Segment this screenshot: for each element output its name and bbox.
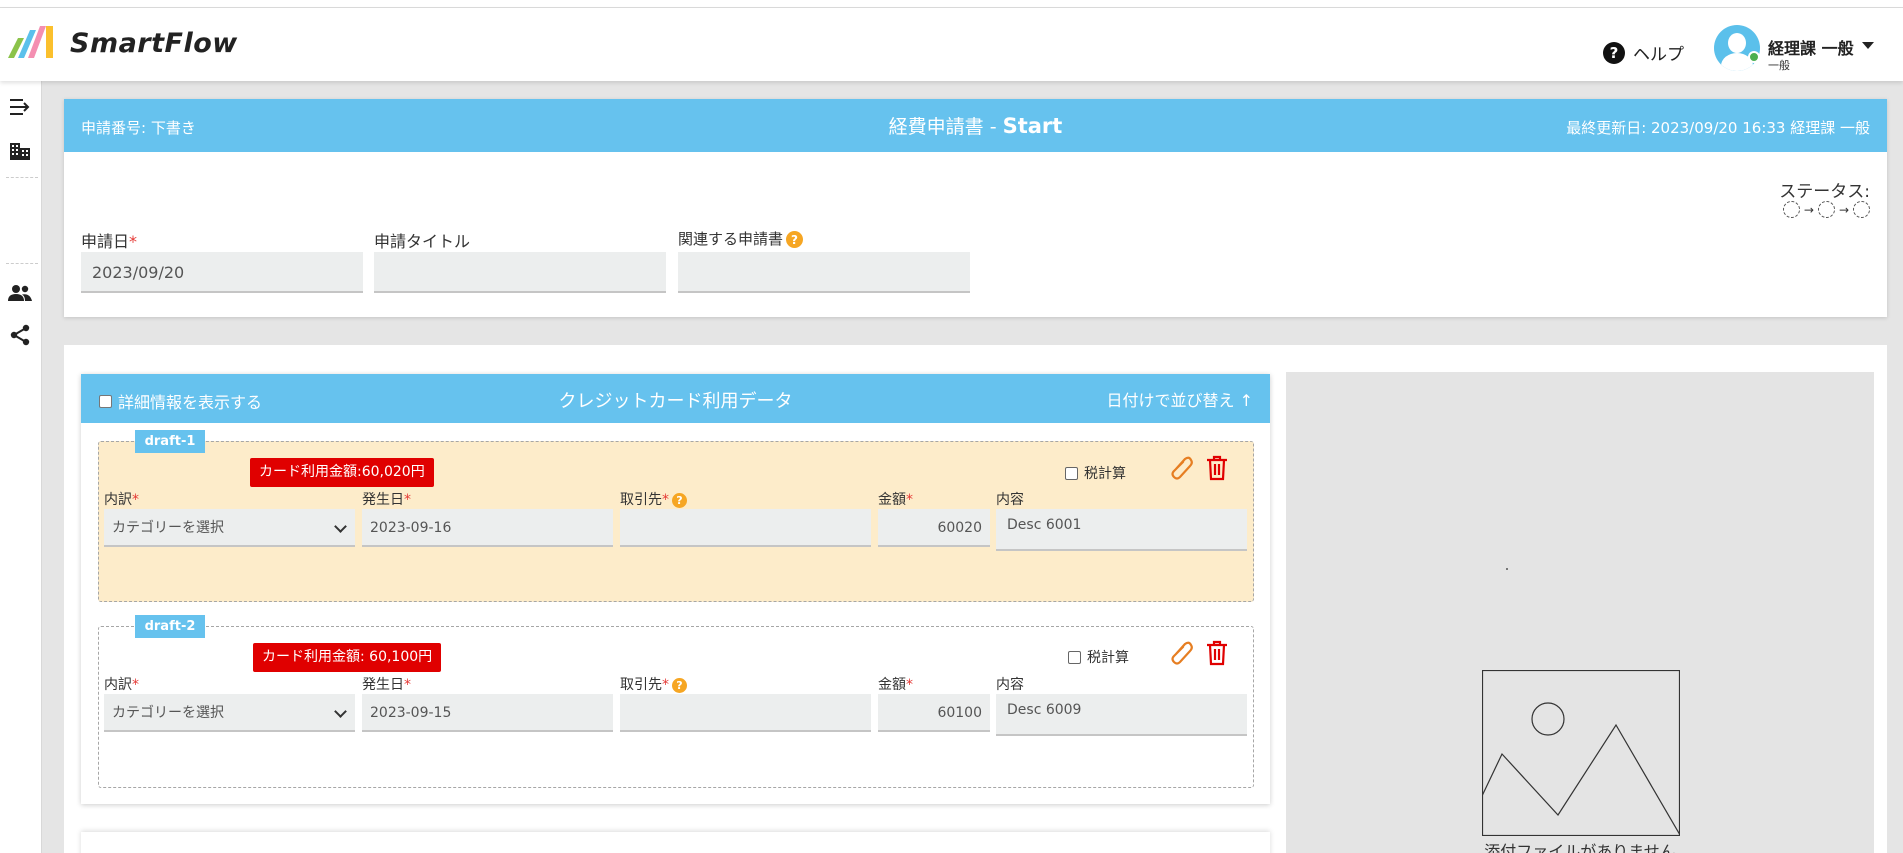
- tax-calc-checkbox[interactable]: [1068, 650, 1081, 664]
- status-arrow-icon: →: [1803, 202, 1814, 217]
- help-circle-icon: ?: [1603, 41, 1625, 64]
- draft-entry-2: draft-2 カード利用金額: 60,100円 税計算 内訳* カテゴリーを選…: [98, 615, 1254, 788]
- category-label: 内訳*: [104, 492, 139, 508]
- description-input[interactable]: Desc 6009: [996, 694, 1247, 736]
- help-question-icon[interactable]: ?: [672, 677, 687, 693]
- status-arrow-icon: →: [1838, 202, 1849, 217]
- related-application-input[interactable]: [678, 252, 970, 293]
- building-icon[interactable]: [6, 137, 34, 165]
- category-label: 内訳*: [104, 677, 139, 693]
- status-step-3-icon: [1853, 201, 1870, 218]
- user-avatar[interactable]: [1714, 25, 1760, 71]
- occurrence-date-label: 発生日*: [362, 492, 411, 508]
- app-header: SmartFlow ? ヘルプ 経理課 一般 一般: [0, 8, 1903, 81]
- occurrence-date-label: 発生日*: [362, 677, 411, 693]
- no-attachment-message: 添付ファイルがありません: [1484, 842, 1676, 853]
- user-role: 一般: [1768, 59, 1790, 72]
- vendor-label: 取引先*?: [620, 674, 687, 694]
- form-title-bar: 申請番号: 下書き 経費申請書 - Start 最終更新日: 2023/09/2…: [64, 99, 1887, 152]
- occurrence-date-input[interactable]: 2023-09-15: [362, 694, 613, 732]
- draft-entry-1: draft-1 カード利用金額:60,020円 税計算 内訳* カテゴリーを選択…: [98, 430, 1254, 602]
- help-question-icon[interactable]: ?: [786, 231, 804, 248]
- brand-name: SmartFlow: [70, 28, 238, 59]
- sidebar-divider: [6, 263, 38, 264]
- amount-input[interactable]: 60020: [878, 509, 990, 547]
- preview-dot: [1506, 568, 1508, 570]
- application-date-input[interactable]: 2023/09/20: [81, 252, 363, 293]
- smartflow-logo-icon: [8, 26, 53, 58]
- image-placeholder-icon: [1482, 670, 1680, 836]
- sidebar-divider: [6, 177, 38, 178]
- next-section-card: [81, 832, 1270, 853]
- application-date-label: 申請日*: [81, 232, 138, 251]
- status-label: ステータス:: [1779, 182, 1870, 202]
- draft-tag: draft-1: [135, 430, 205, 453]
- occurrence-date-input[interactable]: 2023-09-16: [362, 509, 613, 547]
- tax-calc-checkbox[interactable]: [1065, 466, 1078, 480]
- tax-calc-toggle[interactable]: 税計算: [1068, 647, 1129, 667]
- window-top-edge: [0, 0, 1903, 8]
- last-updated: 最終更新日: 2023/09/20 16:33 経理課 一般: [1566, 119, 1870, 137]
- category-select[interactable]: カテゴリーを選択: [104, 509, 355, 547]
- tax-calc-label: 税計算: [1087, 650, 1129, 666]
- help-question-icon[interactable]: ?: [672, 492, 687, 508]
- credit-card-header: 詳細情報を表示する クレジットカード利用データ 日付けで並び替え ↑: [81, 374, 1270, 423]
- description-label: 内容: [996, 677, 1024, 693]
- amount-input[interactable]: 60100: [878, 694, 990, 732]
- description-input[interactable]: Desc 6001: [996, 509, 1247, 551]
- trash-icon[interactable]: [1205, 455, 1229, 481]
- online-status-dot: [1748, 51, 1760, 63]
- people-icon[interactable]: [6, 279, 34, 307]
- amount-label: 金額*: [878, 677, 913, 693]
- form-header-panel: 申請番号: 下書き 経費申請書 - Start 最終更新日: 2023/09/2…: [64, 99, 1887, 317]
- vendor-label: 取引先*?: [620, 489, 687, 509]
- user-name[interactable]: 経理課 一般: [1768, 35, 1854, 59]
- help-label: ヘルプ: [1633, 45, 1684, 65]
- sidebar: [0, 81, 42, 853]
- card-amount-badge: カード利用金額:60,020円: [250, 458, 434, 487]
- category-select[interactable]: カテゴリーを選択: [104, 694, 355, 732]
- tax-calc-toggle[interactable]: 税計算: [1065, 463, 1126, 483]
- attachment-preview-panel: 添付ファイルがありません: [1286, 372, 1874, 853]
- credit-card-panel: 詳細情報を表示する クレジットカード利用データ 日付けで並び替え ↑ draft…: [81, 374, 1270, 804]
- amount-label: 金額*: [878, 492, 913, 508]
- related-application-label: 関連する申請書?: [678, 228, 804, 249]
- user-menu-caret-icon[interactable]: [1862, 42, 1874, 49]
- draft-tag: draft-2: [135, 615, 205, 638]
- sort-by-date-button[interactable]: 日付けで並び替え ↑: [1107, 387, 1254, 411]
- collapse-menu-icon[interactable]: [6, 93, 34, 121]
- status-step-1-icon: [1782, 201, 1800, 218]
- vendor-input[interactable]: [620, 694, 871, 732]
- status-flow: → →: [1782, 201, 1870, 218]
- card-amount-badge: カード利用金額: 60,100円: [253, 643, 442, 672]
- help-link[interactable]: ? ヘルプ: [1603, 40, 1684, 65]
- paperclip-icon[interactable]: [1170, 640, 1194, 666]
- main-content-panel: 詳細情報を表示する クレジットカード利用データ 日付けで並び替え ↑ draft…: [64, 345, 1887, 853]
- paperclip-icon[interactable]: [1170, 455, 1194, 481]
- trash-icon[interactable]: [1205, 640, 1229, 666]
- description-label: 内容: [996, 492, 1024, 508]
- application-title-input[interactable]: [374, 252, 666, 293]
- status-step-2-icon: [1817, 201, 1835, 218]
- application-title-label: 申請タイトル: [374, 232, 471, 251]
- tax-calc-label: 税計算: [1084, 466, 1126, 482]
- share-icon[interactable]: [6, 321, 34, 349]
- vendor-input[interactable]: [620, 509, 871, 547]
- credit-card-title: クレジットカード利用データ: [558, 391, 793, 412]
